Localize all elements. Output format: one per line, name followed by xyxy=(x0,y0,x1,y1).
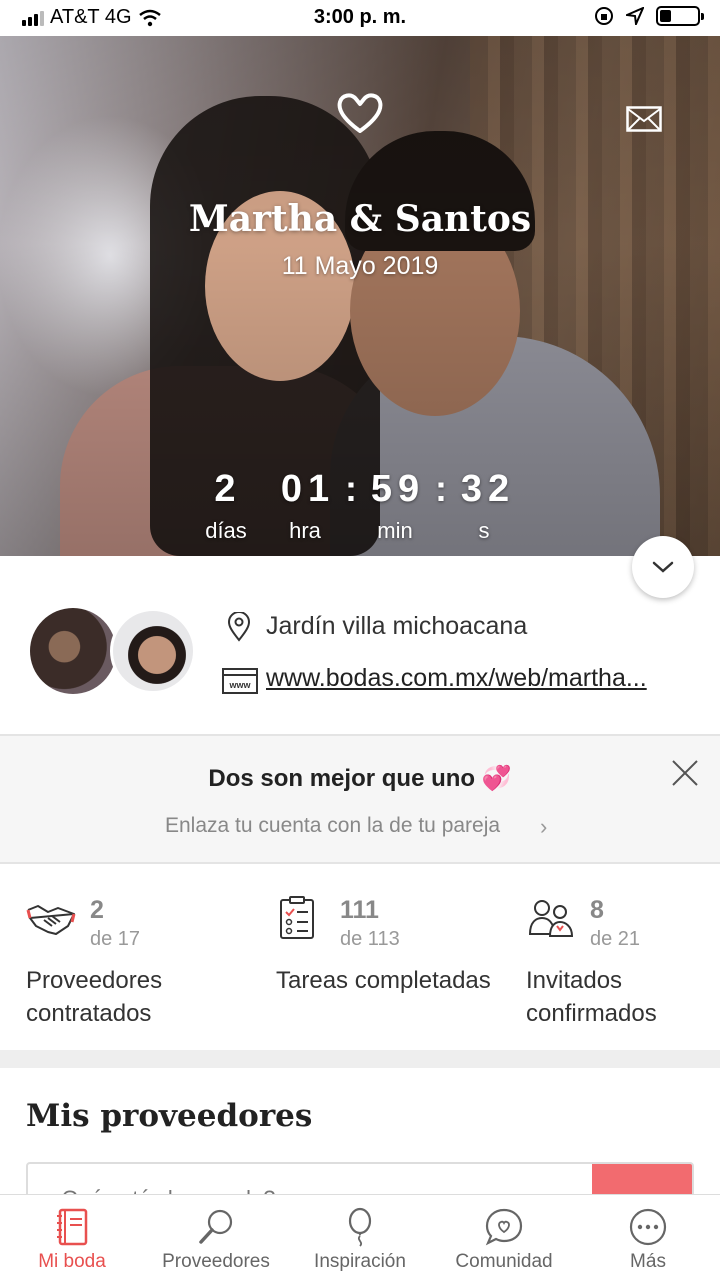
bottom-tab-bar: Mi boda Proveedores Inspiración Comunida… xyxy=(0,1194,720,1280)
chevron-down-icon xyxy=(652,561,674,573)
wedding-website-link[interactable]: www.bodas.com.mx/web/martha... xyxy=(266,664,647,693)
stat-label: Tareas completadas xyxy=(276,967,491,994)
location-pin-icon xyxy=(227,612,251,642)
balloon-icon xyxy=(348,1207,372,1247)
countdown: 2 días 01 hra : 59 min : 32 s xyxy=(0,468,720,548)
chat-heart-icon xyxy=(485,1208,523,1246)
countdown-hours-label: hra xyxy=(289,518,321,543)
link-partner-banner: Dos son mejor que uno 💞 Enlaza tu cuenta… xyxy=(0,734,720,864)
tab-comunidad[interactable]: Comunidad xyxy=(432,1195,576,1280)
stat-value: 2 xyxy=(90,896,104,924)
countdown-seconds: 32 xyxy=(460,468,516,510)
tab-inspiracion[interactable]: Inspiración xyxy=(288,1195,432,1280)
couple-name: Martha & Santos xyxy=(188,198,532,240)
hearts-emoji: 💞 xyxy=(481,765,512,792)
handshake-icon xyxy=(26,905,76,935)
stat-value: 8 xyxy=(590,896,604,924)
stat-value: 111 xyxy=(340,896,379,924)
countdown-hours: 01 xyxy=(280,468,336,510)
wedding-stats: 2 de 17 Proveedores contratados 111 de 1… xyxy=(0,866,720,1050)
banner-title: Dos son mejor que uno xyxy=(208,765,476,792)
stat-total: de 21 xyxy=(590,928,641,950)
tab-label: Mi boda xyxy=(38,1251,106,1272)
countdown-seconds-label: s xyxy=(478,518,490,543)
stat-label: Proveedores contratados xyxy=(26,967,163,1027)
hero-banner: Martha & Santos 11 Mayo 2019 2 días 01 h… xyxy=(0,36,720,556)
battery-icon xyxy=(656,6,704,26)
stat-guests[interactable]: 8 de 21 Invitados confirmados xyxy=(526,866,720,1050)
tab-label: Proveedores xyxy=(162,1251,270,1272)
avatar[interactable] xyxy=(30,608,116,694)
tab-mi-boda[interactable]: Mi boda xyxy=(0,1195,144,1280)
svg-text:www: www xyxy=(228,680,251,690)
tab-label: Comunidad xyxy=(455,1251,553,1272)
guests-icon xyxy=(528,900,574,937)
stat-total: de 113 xyxy=(340,928,400,950)
venue-name: Jardín villa michoacana xyxy=(266,612,528,640)
expand-button[interactable] xyxy=(632,536,694,598)
heart-icon xyxy=(337,93,383,133)
countdown-minutes-label: min xyxy=(377,518,413,543)
envelope-icon[interactable] xyxy=(626,106,662,132)
tab-mas[interactable]: Más xyxy=(576,1195,720,1280)
countdown-minutes: 59 xyxy=(370,468,426,510)
section-divider xyxy=(0,1050,720,1068)
providers-title: Mis proveedores xyxy=(26,1098,313,1134)
status-bar: AT&T 4G 3:00 p. m. xyxy=(0,0,720,36)
wedding-date: 11 Mayo 2019 xyxy=(281,252,439,280)
tab-proveedores[interactable]: Proveedores xyxy=(144,1195,288,1280)
rotation-lock-icon xyxy=(595,7,613,25)
stat-label: Invitados confirmados xyxy=(526,967,657,1027)
chevron-right-icon: › xyxy=(540,814,548,839)
more-icon xyxy=(629,1208,667,1246)
tab-label: Inspiración xyxy=(314,1251,406,1272)
wedding-info: Jardín villa michoacana www www.bodas.co… xyxy=(0,556,720,734)
location-arrow-icon xyxy=(626,7,644,25)
website-icon: www xyxy=(222,668,258,694)
tab-label: Más xyxy=(630,1251,666,1272)
close-icon[interactable] xyxy=(670,758,700,788)
checklist-icon xyxy=(280,896,314,939)
notebook-icon xyxy=(57,1208,88,1246)
magnifier-icon xyxy=(199,1209,233,1244)
stat-total: de 17 xyxy=(90,928,141,950)
link-partner-link[interactable]: Enlaza tu cuenta con la de tu pareja xyxy=(165,814,500,838)
avatar[interactable] xyxy=(110,608,196,694)
stat-providers[interactable]: 2 de 17 Proveedores contratados xyxy=(26,866,266,1050)
stat-tasks[interactable]: 111 de 113 Tareas completadas xyxy=(276,866,516,1050)
